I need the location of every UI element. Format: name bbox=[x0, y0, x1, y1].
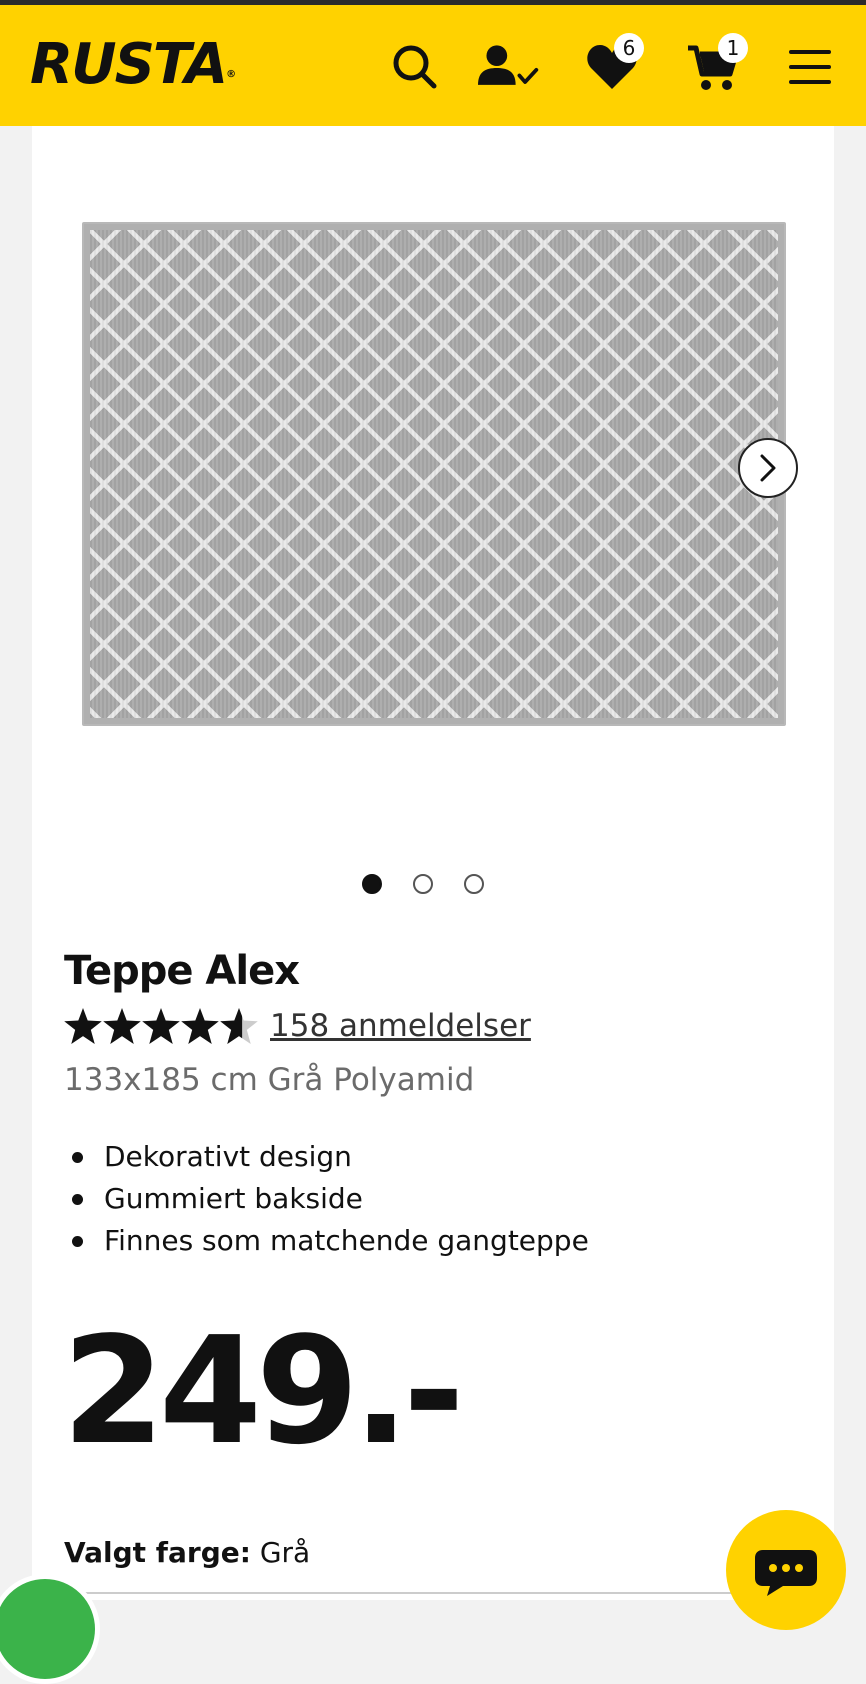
chosen-color-value: Grå bbox=[259, 1536, 311, 1569]
chosen-color: Valgt farge: Grå bbox=[64, 1536, 310, 1569]
chosen-color-label: Valgt farge: bbox=[64, 1536, 251, 1569]
gallery-next-button[interactable] bbox=[738, 438, 798, 498]
product-rating: 158 anmeldelser bbox=[64, 1008, 531, 1044]
wishlist-count-badge: 6 bbox=[614, 33, 644, 63]
gallery-dot-3[interactable] bbox=[464, 874, 484, 894]
reviews-link[interactable]: 158 anmeldelser bbox=[270, 1008, 531, 1044]
product-subtitle: 133x185 cm Grå Polyamid bbox=[64, 1062, 475, 1098]
chat-button[interactable] bbox=[726, 1510, 846, 1630]
star-icon bbox=[64, 1008, 102, 1044]
product-title: Teppe Alex bbox=[64, 948, 300, 994]
cart-count-badge: 1 bbox=[718, 33, 748, 63]
floating-action-button[interactable] bbox=[0, 1574, 100, 1684]
account-check-icon bbox=[478, 45, 539, 85]
hamburger-menu-icon bbox=[789, 50, 831, 84]
feature-item: Dekorativt design bbox=[64, 1136, 589, 1178]
star-icon bbox=[181, 1008, 219, 1044]
search-button[interactable] bbox=[383, 35, 447, 99]
rating-stars bbox=[64, 1008, 258, 1044]
menu-button[interactable] bbox=[778, 35, 842, 99]
product-card: Teppe Alex 158 anmeldelser 133x185 cm Gr… bbox=[32, 126, 834, 1600]
rusta-logo[interactable]: RUSTA® bbox=[30, 35, 236, 95]
section-divider bbox=[64, 1592, 804, 1594]
account-button[interactable] bbox=[478, 35, 542, 99]
search-icon bbox=[393, 45, 437, 89]
gallery-pagination bbox=[362, 874, 484, 894]
half-star-icon bbox=[220, 1008, 258, 1044]
wishlist-button[interactable]: 6 bbox=[580, 33, 644, 99]
feature-item: Gummiert bakside bbox=[64, 1178, 589, 1220]
site-header: RUSTA® 6 1 bbox=[0, 5, 866, 126]
star-icon bbox=[142, 1008, 180, 1044]
star-icon bbox=[103, 1008, 141, 1044]
product-image[interactable] bbox=[82, 222, 786, 726]
gallery-dot-2[interactable] bbox=[413, 874, 433, 894]
product-price: 249.- bbox=[62, 1305, 465, 1477]
feature-item: Finnes som matchende gangteppe bbox=[64, 1220, 589, 1262]
chevron-right-icon bbox=[760, 454, 776, 482]
feature-list: Dekorativt design Gummiert bakside Finne… bbox=[64, 1136, 589, 1262]
gallery-dot-1[interactable] bbox=[362, 874, 382, 894]
cart-button[interactable]: 1 bbox=[680, 33, 748, 99]
chat-bubble-icon bbox=[755, 1550, 817, 1596]
